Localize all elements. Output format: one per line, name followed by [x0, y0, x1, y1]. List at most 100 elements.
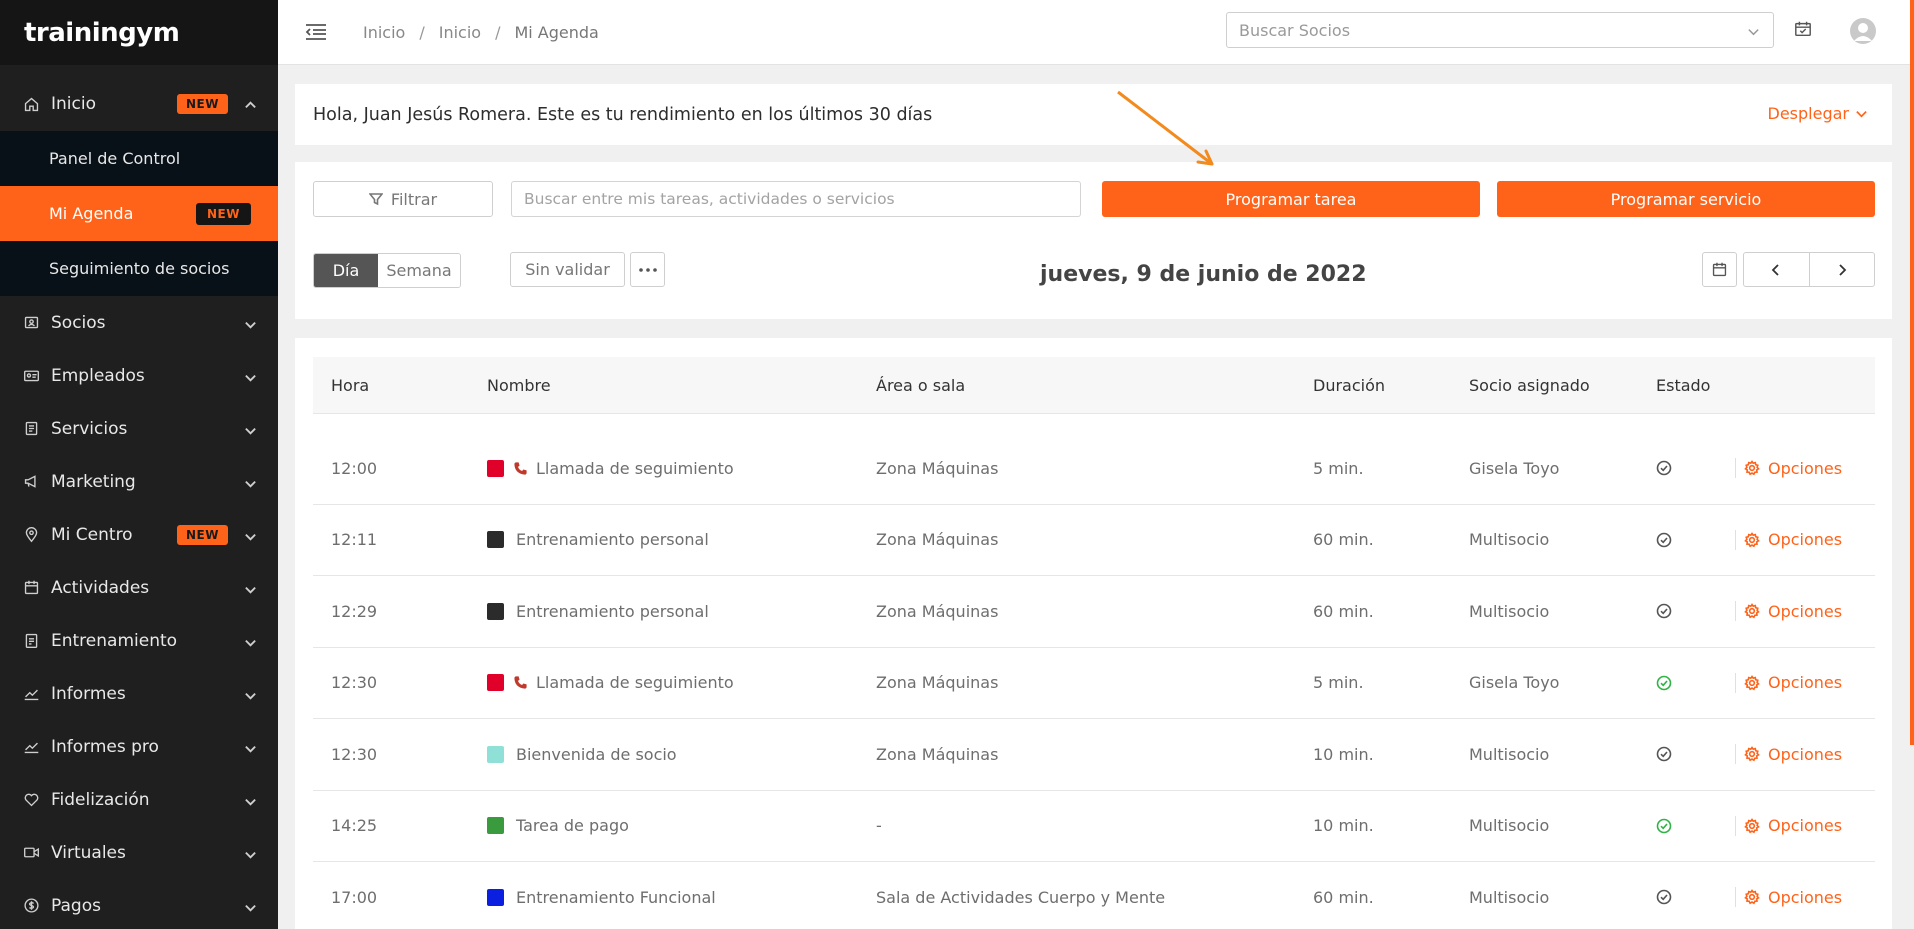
- sidebar-item-label: Informes: [51, 683, 126, 704]
- filter-button[interactable]: Filtrar: [313, 181, 493, 217]
- task-name[interactable]: Llamada de seguimiento: [536, 459, 734, 478]
- cell-opciones: Opciones: [1735, 719, 1842, 790]
- desplegar-link[interactable]: Desplegar: [1768, 104, 1868, 123]
- sidebar-item-label: Empleados: [51, 365, 145, 386]
- sidebar-item-informes-pro[interactable]: Informes pro: [0, 720, 278, 773]
- calendar-check-icon[interactable]: [1794, 20, 1814, 40]
- column-header-socio[interactable]: Socio asignado: [1469, 357, 1590, 413]
- sidebar-item-actividades[interactable]: Actividades: [0, 561, 278, 614]
- status-check-icon[interactable]: [1656, 603, 1672, 619]
- view-week-button[interactable]: Semana: [378, 254, 460, 287]
- search-tasks-placeholder: Buscar entre mis tareas, actividades o s…: [524, 190, 895, 208]
- status-check-icon[interactable]: [1656, 889, 1672, 905]
- chevron-down-icon: [244, 687, 258, 701]
- table-row[interactable]: 17:00 Entrenamiento Funcional Sala de Acti…: [313, 862, 1875, 929]
- table-row[interactable]: 12:30 Bienvenida de socio Zona Máquinas 10 …: [313, 719, 1875, 791]
- options-button[interactable]: Opciones: [1735, 458, 1842, 479]
- task-name[interactable]: Entrenamiento personal: [516, 530, 709, 549]
- task-color-swatch: [487, 888, 504, 906]
- next-day-button[interactable]: [1810, 253, 1875, 286]
- task-color-swatch: [487, 602, 504, 620]
- sidebar-item-pagos[interactable]: Pagos: [0, 879, 278, 929]
- task-name[interactable]: Llamada de seguimiento: [536, 673, 734, 692]
- date-picker-button[interactable]: [1702, 252, 1737, 287]
- status-check-icon[interactable]: [1656, 532, 1672, 548]
- unvalidated-button[interactable]: Sin validar: [510, 252, 625, 287]
- previous-day-button[interactable]: [1744, 253, 1810, 286]
- new-badge: NEW: [196, 202, 251, 225]
- sidebar-item-inicio[interactable]: Inicio NEW: [0, 77, 278, 131]
- task-name[interactable]: Bienvenida de socio: [516, 745, 677, 764]
- options-button[interactable]: Opciones: [1735, 601, 1843, 622]
- table-row[interactable]: 12:30 Llamada de seguimiento Zona Máquinas…: [313, 648, 1875, 719]
- sidebar-subitem-panel-de-control[interactable]: Panel de Control: [0, 131, 278, 186]
- task-name[interactable]: Entrenamiento personal: [516, 602, 709, 621]
- status-check-icon[interactable]: [1656, 675, 1672, 691]
- cell-duracion: 60 min.: [1313, 601, 1374, 621]
- cell-area: Zona Máquinas: [876, 458, 999, 478]
- options-button[interactable]: Opciones: [1735, 815, 1842, 836]
- status-check-icon[interactable]: [1656, 460, 1672, 476]
- cell-nombre: Entrenamiento personal: [487, 505, 709, 576]
- options-button[interactable]: Opciones: [1735, 744, 1843, 765]
- options-label: Opciones: [1768, 744, 1843, 764]
- brand-logo[interactable]: trainingym: [0, 0, 278, 65]
- search-socios-select[interactable]: Buscar Socios: [1226, 12, 1774, 48]
- cell-area: Sala de Actividades Cuerpo y Mente: [876, 887, 1166, 907]
- status-check-icon[interactable]: [1656, 818, 1672, 834]
- sidebar-item-label: Socios: [51, 312, 106, 333]
- sidebar-item-marketing[interactable]: Marketing: [0, 455, 278, 508]
- task-name[interactable]: Entrenamiento Funcional: [516, 888, 716, 907]
- chevron-down-icon: [244, 316, 258, 330]
- options-button[interactable]: Opciones: [1735, 887, 1842, 908]
- column-header-nombre[interactable]: Nombre: [487, 357, 551, 413]
- sidebar-item-entrenamiento[interactable]: Entrenamiento: [0, 614, 278, 667]
- schedule-service-button[interactable]: Programar servicio: [1497, 181, 1875, 217]
- scrollbar[interactable]: [1910, 0, 1914, 745]
- options-button[interactable]: Opciones: [1735, 529, 1842, 550]
- sidebar-item-empleados[interactable]: Empleados: [0, 349, 278, 402]
- sidebar-item-mi-centro[interactable]: Mi Centro NEW: [0, 508, 278, 561]
- cell-duracion: 10 min.: [1313, 816, 1374, 836]
- view-toggle: Día Semana: [313, 253, 461, 288]
- table-row[interactable]: 12:00 Llamada de seguimiento Zona Máquinas…: [313, 433, 1875, 505]
- schedule-task-button[interactable]: Programar tarea: [1102, 181, 1480, 217]
- sidebar-subitem-seguimiento-de-socios[interactable]: Seguimiento de socios: [0, 241, 278, 296]
- options-button[interactable]: Opciones: [1735, 672, 1842, 693]
- menu-toggle-icon[interactable]: [305, 23, 327, 41]
- cell-socio: Gisela Toyo: [1469, 673, 1560, 693]
- status-check-icon[interactable]: [1656, 746, 1672, 762]
- column-header-area[interactable]: Área o sala: [876, 357, 965, 413]
- column-header-duracion[interactable]: Duración: [1313, 357, 1385, 413]
- task-name[interactable]: Tarea de pago: [516, 816, 629, 835]
- more-options-button[interactable]: [630, 252, 665, 287]
- desplegar-label: Desplegar: [1767, 104, 1849, 123]
- sidebar-item-fidelizacion[interactable]: Fidelización: [0, 773, 278, 826]
- breadcrumb-item[interactable]: Inicio: [439, 23, 481, 42]
- column-header-estado[interactable]: Estado: [1656, 357, 1710, 413]
- cell-nombre: Bienvenida de socio: [487, 719, 677, 790]
- clipboard-icon: [22, 632, 40, 650]
- chevron-up-icon: [244, 97, 258, 111]
- sidebar-subitem-mi-agenda[interactable]: Mi Agenda NEW: [0, 186, 278, 241]
- cell-estado: [1656, 791, 1672, 862]
- table-row[interactable]: 12:11 Entrenamiento personal Zona Máquinas…: [313, 505, 1875, 576]
- sidebar-item-informes[interactable]: Informes: [0, 667, 278, 720]
- task-color-swatch: [487, 817, 504, 835]
- video-icon: [22, 844, 40, 862]
- table-row[interactable]: 12:29 Entrenamiento personal Zona Máquinas…: [313, 576, 1875, 648]
- sidebar-item-label: Fidelización: [51, 789, 150, 810]
- sidebar-item-virtuales[interactable]: Virtuales: [0, 826, 278, 879]
- sidebar-item-servicios[interactable]: Servicios: [0, 402, 278, 455]
- table-row[interactable]: 14:25 Tarea de pago - 10 min. Multisocio Opci…: [313, 791, 1875, 862]
- breadcrumb-item[interactable]: Inicio: [363, 23, 405, 42]
- column-header-hora[interactable]: Hora: [331, 357, 369, 413]
- avatar[interactable]: [1850, 18, 1876, 44]
- sidebar: trainingym Inicio NEW Panel de Control M…: [0, 0, 278, 929]
- options-label: Opciones: [1768, 601, 1843, 621]
- view-day-button[interactable]: Día: [314, 254, 378, 287]
- greeting-text: Hola, Juan Jesús Romera. Este es tu rend…: [313, 104, 933, 125]
- sidebar-item-socios[interactable]: Socios: [0, 296, 278, 349]
- search-tasks-input[interactable]: Buscar entre mis tareas, actividades o s…: [511, 181, 1081, 217]
- id-card-icon: [22, 314, 40, 332]
